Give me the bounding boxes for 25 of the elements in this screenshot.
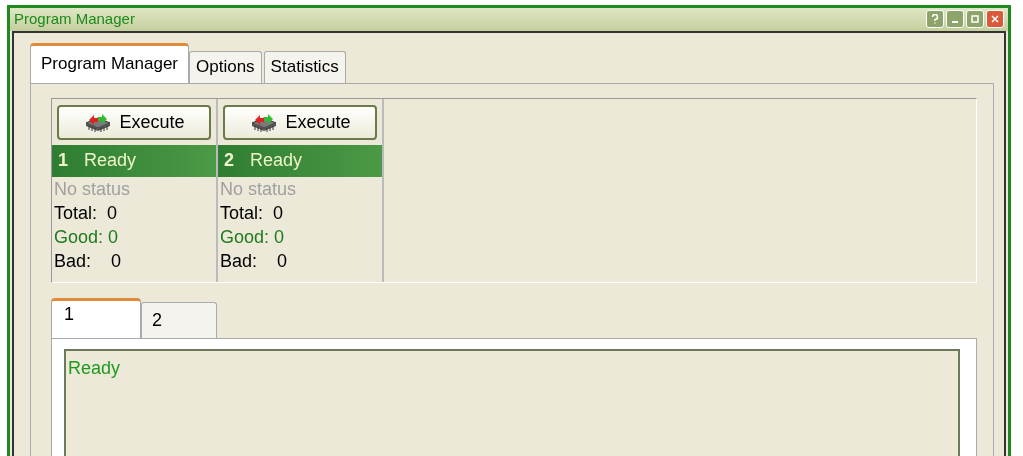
good-count: Good: 0 (54, 225, 120, 249)
tab[interactable]: 2 (141, 301, 217, 338)
tab[interactable]: 1 (51, 297, 141, 338)
window-title: Program Manager (14, 9, 135, 29)
total-count: Total: 0 (220, 201, 285, 225)
station-number: 2 (224, 149, 235, 172)
bad-count: Bad: 0 (54, 249, 123, 273)
help-icon[interactable] (926, 10, 944, 29)
tab[interactable]: Program Manager (30, 42, 189, 83)
bad-count: Bad: 0 (220, 249, 289, 273)
execute-button[interactable]: Execute (223, 104, 377, 140)
tab[interactable]: Options (189, 50, 262, 83)
close-icon[interactable] (986, 10, 1004, 29)
status-text: No status (54, 177, 132, 201)
station-state: Ready (84, 149, 137, 172)
station-number: 1 (58, 149, 69, 172)
good-count: Good: 0 (220, 225, 286, 249)
tab[interactable]: Statistics (263, 50, 346, 83)
execute-button[interactable]: Execute (57, 104, 211, 140)
maximize-icon[interactable] (966, 10, 984, 29)
station-state: Ready (250, 149, 303, 172)
status-text: No status (220, 177, 298, 201)
minimize-icon[interactable] (946, 10, 964, 29)
total-count: Total: 0 (54, 201, 119, 225)
log-text: Ready (68, 357, 121, 378)
